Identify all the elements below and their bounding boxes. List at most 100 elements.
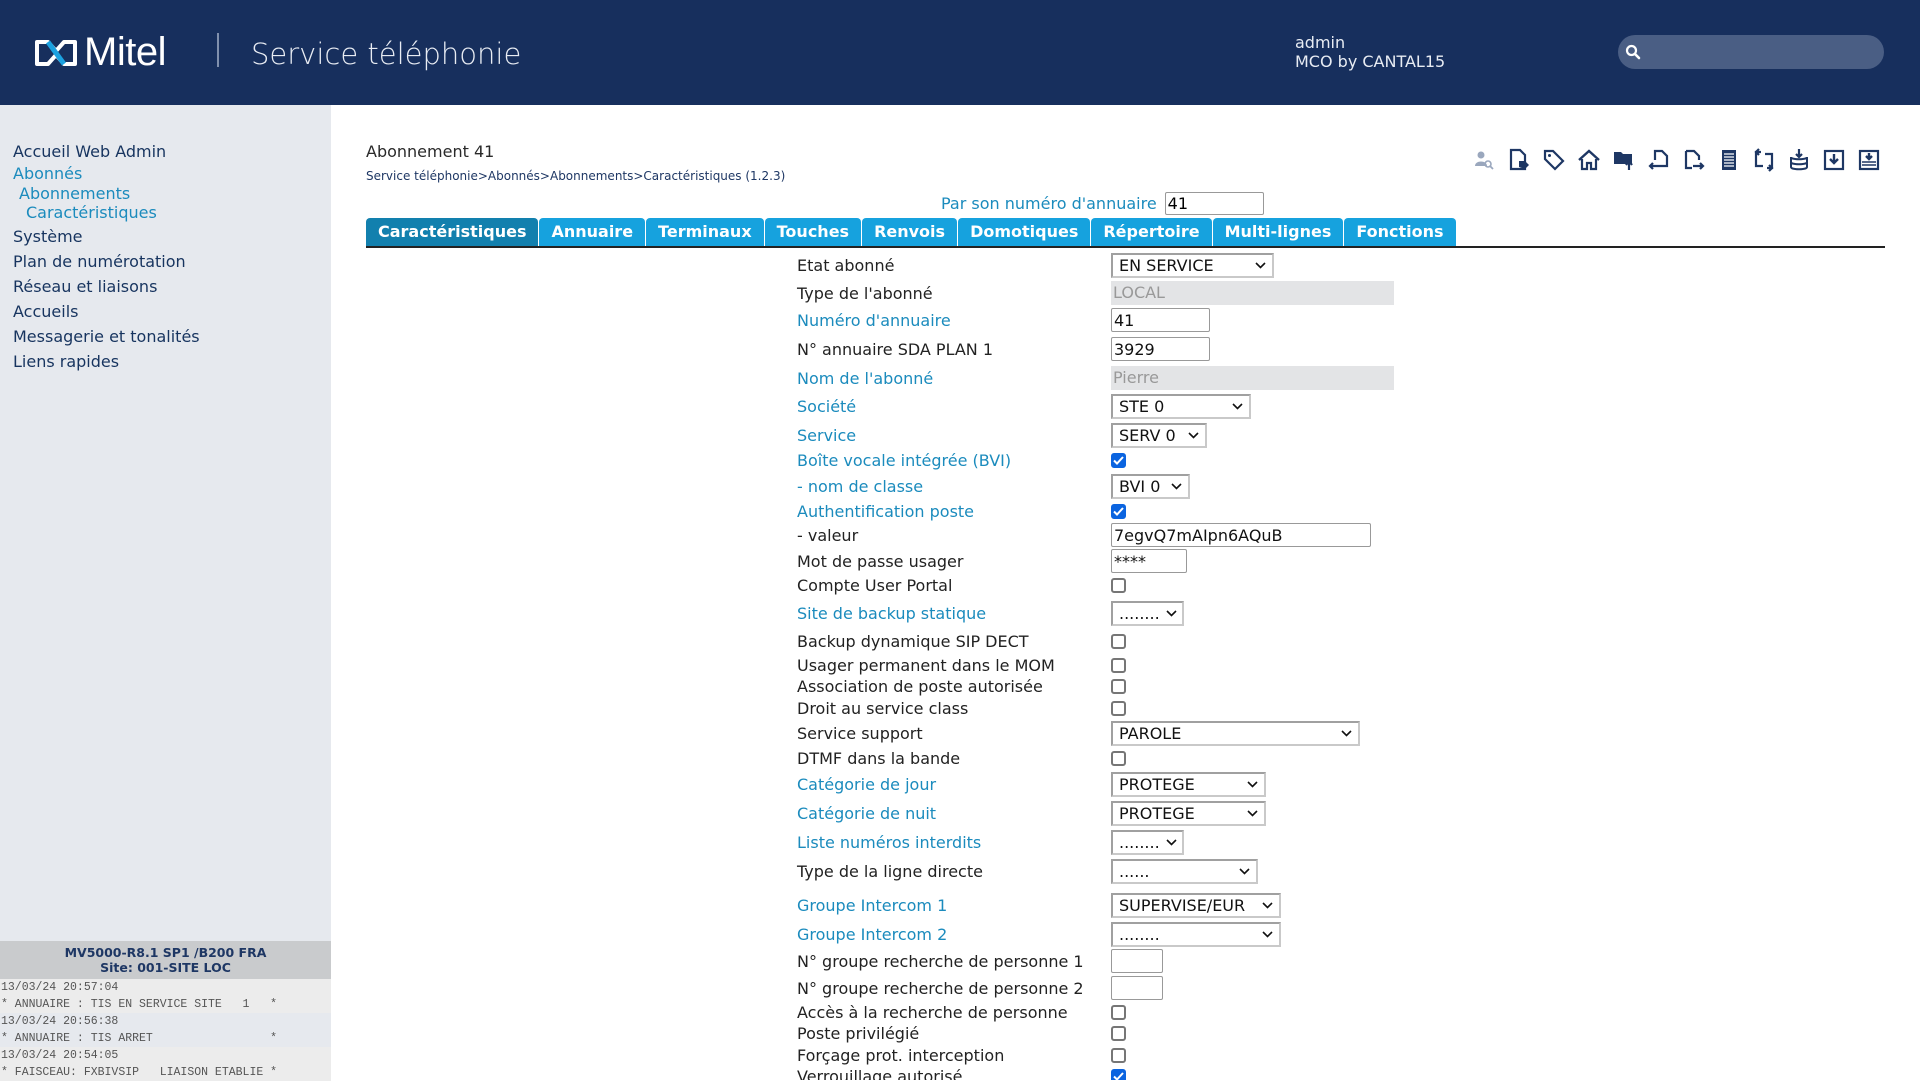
sidebar-item-accueils[interactable]: Accueils	[13, 299, 200, 324]
field-label-link[interactable]: Catégorie de jour	[797, 775, 1111, 794]
swap-icon	[1752, 148, 1776, 172]
groupe-intercom-1-select[interactable]: SUPERVISE/EUR	[1111, 893, 1281, 918]
form-row-etat-abonne: Etat abonnéEN SERVICE	[797, 254, 1597, 276]
checkmark-icon	[1113, 456, 1124, 465]
sidebar-item-abonnes[interactable]: Abonnés	[13, 164, 200, 184]
tab-annuaire[interactable]: Annuaire	[539, 218, 645, 246]
global-search[interactable]	[1618, 35, 1884, 69]
document-tag-button[interactable]	[1507, 148, 1531, 172]
categorie-de-jour-select[interactable]: PROTEGE	[1111, 772, 1266, 797]
field-label-link[interactable]: Service	[797, 426, 1111, 445]
nom-de-classe-select[interactable]: BVI 0	[1111, 474, 1190, 499]
sidebar-item-caracteristiques[interactable]: Caractéristiques	[13, 203, 200, 224]
acces-a-la-recherche-de-personne-checkbox[interactable]	[1111, 1005, 1126, 1020]
field-label-link[interactable]: Catégorie de nuit	[797, 804, 1111, 823]
sidebar-item-systeme[interactable]: Système	[13, 224, 200, 249]
tab-renvois[interactable]: Renvois	[862, 218, 957, 246]
field-label-link[interactable]: Authentification poste	[797, 502, 1111, 521]
select-value: ......	[1119, 862, 1150, 881]
field-control	[1111, 578, 1126, 593]
field-control	[1111, 949, 1163, 973]
sidebar-item-liens-rapides[interactable]: Liens rapides	[13, 349, 200, 374]
tab-terminaux[interactable]: Terminaux	[646, 218, 764, 246]
valeur-input[interactable]	[1111, 523, 1371, 547]
sidebar-item-plan-de-numerotation[interactable]: Plan de numérotation	[13, 249, 200, 274]
field-control	[1111, 701, 1126, 716]
sidebar: Accueil Web AdminAbonnésAbonnementsCarac…	[0, 105, 331, 1080]
home-button[interactable]	[1577, 148, 1601, 172]
dtmf-dans-la-bande-checkbox[interactable]	[1111, 751, 1126, 766]
type-de-la-ligne-directe-select[interactable]: ......	[1111, 859, 1258, 884]
save-box-button[interactable]	[1857, 148, 1881, 172]
form-row-mot-de-passe-usager: Mot de passe usager	[797, 550, 1597, 572]
tab-fonctions[interactable]: Fonctions	[1344, 218, 1455, 246]
form-row-n-groupe-recherche-de-personne-2: N° groupe recherche de personne 2	[797, 977, 1597, 999]
field-label: Forçage prot. interception	[797, 1046, 1111, 1065]
field-label: N° groupe recherche de personne 1	[797, 952, 1111, 971]
field-label-link[interactable]: - nom de classe	[797, 477, 1111, 496]
download-box-button[interactable]	[1822, 148, 1846, 172]
site-line: Site: 001-SITE LOC	[0, 960, 331, 975]
authentification-poste-checkbox[interactable]	[1111, 504, 1126, 519]
groupe-intercom-2-select[interactable]: ........	[1111, 922, 1281, 947]
mitel-logo[interactable]: Mitel	[34, 30, 166, 75]
field-label-link[interactable]: Liste numéros interdits	[797, 833, 1111, 852]
poste-privilegie-checkbox[interactable]	[1111, 1026, 1126, 1041]
field-label-link[interactable]: Site de backup statique	[797, 604, 1111, 623]
tab-caracteristiques[interactable]: Caractéristiques	[366, 218, 538, 246]
usager-permanent-dans-le-mom-checkbox[interactable]	[1111, 658, 1126, 673]
field-control: BVI 0	[1111, 474, 1190, 499]
field-label-link[interactable]: Nom de l'abonné	[797, 369, 1111, 388]
document-back-button[interactable]	[1647, 148, 1671, 172]
sidebar-item-reseau-et-liaisons[interactable]: Réseau et liaisons	[13, 274, 200, 299]
boite-vocale-integree-bvi-checkbox[interactable]	[1111, 453, 1126, 468]
directory-number-input[interactable]	[1165, 192, 1264, 215]
select-value: PROTEGE	[1119, 804, 1195, 823]
sidebar-item-accueil-web-admin[interactable]: Accueil Web Admin	[13, 139, 200, 164]
association-de-poste-autorisee-checkbox[interactable]	[1111, 679, 1126, 694]
sidebar-item-abonnements[interactable]: Abonnements	[13, 184, 200, 203]
form-row-valeur: - valeur	[797, 524, 1597, 546]
field-label-link[interactable]: Groupe Intercom 1	[797, 896, 1111, 915]
site-de-backup-statique-select[interactable]: ........	[1111, 601, 1184, 626]
service-select[interactable]: SERV 0	[1111, 423, 1207, 448]
field-label-link[interactable]: Groupe Intercom 2	[797, 925, 1111, 944]
field-control: EN SERVICE	[1111, 253, 1274, 278]
n-groupe-recherche-de-personne-1-input[interactable]	[1111, 949, 1163, 973]
categorie-de-nuit-select[interactable]: PROTEGE	[1111, 801, 1266, 826]
field-control: SUPERVISE/EUR	[1111, 893, 1281, 918]
n-annuaire-sda-plan-1-input[interactable]	[1111, 337, 1210, 361]
tag-button[interactable]	[1542, 148, 1566, 172]
user-search-button[interactable]	[1472, 148, 1496, 172]
field-control	[1111, 751, 1126, 766]
field-label-link[interactable]: Boîte vocale intégrée (BVI)	[797, 451, 1111, 470]
field-label-link[interactable]: Société	[797, 397, 1111, 416]
form-row-forcage-prot-interception: Forçage prot. interception	[797, 1044, 1597, 1066]
form-row-service-support: Service supportPAROLE	[797, 722, 1597, 744]
tab-multi-lignes[interactable]: Multi-lignes	[1213, 218, 1344, 246]
droit-au-service-class-checkbox[interactable]	[1111, 701, 1126, 716]
tab-domotiques[interactable]: Domotiques	[958, 218, 1090, 246]
mot-de-passe-usager-input[interactable]	[1111, 549, 1187, 573]
etat-abonne-select[interactable]: EN SERVICE	[1111, 253, 1274, 278]
forcage-prot-interception-checkbox[interactable]	[1111, 1048, 1126, 1063]
liste-numeros-interdits-select[interactable]: ........	[1111, 830, 1184, 855]
n-groupe-recherche-de-personne-2-input[interactable]	[1111, 976, 1163, 1000]
tab-touches[interactable]: Touches	[765, 218, 861, 246]
verrouillage-autorise-checkbox[interactable]	[1111, 1069, 1126, 1081]
folder-upload-button[interactable]	[1612, 148, 1636, 172]
swap-button[interactable]	[1752, 148, 1776, 172]
service-support-select[interactable]: PAROLE	[1111, 721, 1360, 746]
sidebar-item-messagerie-et-tonalites[interactable]: Messagerie et tonalités	[13, 324, 200, 349]
numero-d-annuaire-input[interactable]	[1111, 308, 1210, 332]
search-input[interactable]	[1618, 35, 1884, 69]
backup-dynamique-sip-dect-checkbox[interactable]	[1111, 634, 1126, 649]
societe-select[interactable]: STE 0	[1111, 394, 1251, 419]
chevron-down-icon	[1166, 836, 1177, 849]
compte-user-portal-checkbox[interactable]	[1111, 578, 1126, 593]
list-button[interactable]	[1717, 148, 1741, 172]
tab-repertoire[interactable]: Répertoire	[1091, 218, 1211, 246]
database-download-button[interactable]	[1787, 148, 1811, 172]
document-forward-button[interactable]	[1682, 148, 1706, 172]
field-label-link[interactable]: Numéro d'annuaire	[797, 311, 1111, 330]
